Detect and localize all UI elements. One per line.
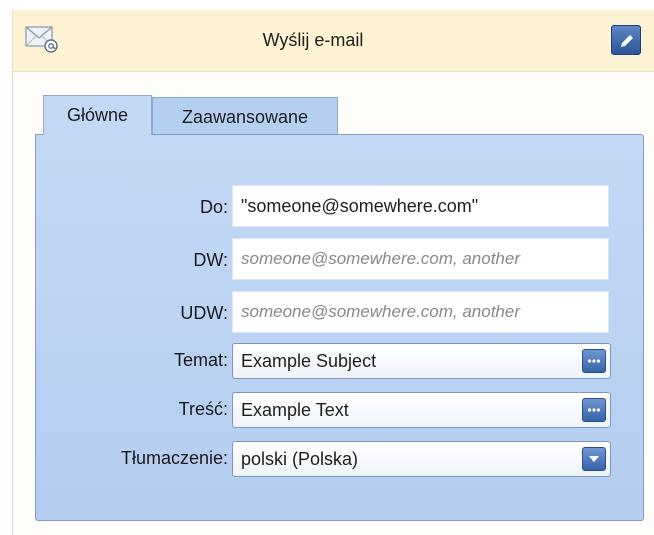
translation-select[interactable]: polski (Polska) bbox=[232, 441, 611, 477]
tab-advanced[interactable]: Zaawansowane bbox=[152, 97, 338, 135]
body-value: Example Text bbox=[241, 400, 349, 420]
subject-label: Temat: bbox=[173, 350, 228, 370]
translation-value: polski (Polska) bbox=[241, 449, 359, 469]
cc-label: DW: bbox=[193, 250, 228, 270]
to-field[interactable]: "someone@somewhere.com" bbox=[232, 185, 609, 227]
subject-value: Example Subject bbox=[241, 351, 377, 371]
to-label: Do: bbox=[199, 197, 228, 217]
translation-dropdown-button[interactable] bbox=[582, 447, 606, 471]
send-email-activity: Wyślij e-mail Główne Zaawansowane Do: "s… bbox=[12, 10, 654, 535]
edit-button[interactable] bbox=[611, 25, 641, 55]
tab-panel-main: Do: "someone@somewhere.com" DW: someone@… bbox=[35, 134, 644, 521]
bcc-field[interactable]: someone@somewhere.com, another bbox=[232, 291, 609, 333]
translation-label: Tłumaczenie: bbox=[120, 448, 228, 468]
body-label: Treść: bbox=[178, 399, 228, 419]
activity-header: Wyślij e-mail bbox=[13, 10, 654, 72]
subject-expression-button[interactable] bbox=[582, 349, 606, 373]
body-expression-button[interactable] bbox=[582, 398, 606, 422]
bcc-label: UDW: bbox=[180, 303, 228, 323]
cc-field[interactable]: someone@somewhere.com, another bbox=[232, 238, 609, 280]
subject-field[interactable]: Example Subject bbox=[232, 343, 611, 379]
body-field[interactable]: Example Text bbox=[232, 392, 611, 428]
tab-main[interactable]: Główne bbox=[43, 95, 152, 135]
activity-title: Wyślij e-mail bbox=[262, 30, 364, 50]
